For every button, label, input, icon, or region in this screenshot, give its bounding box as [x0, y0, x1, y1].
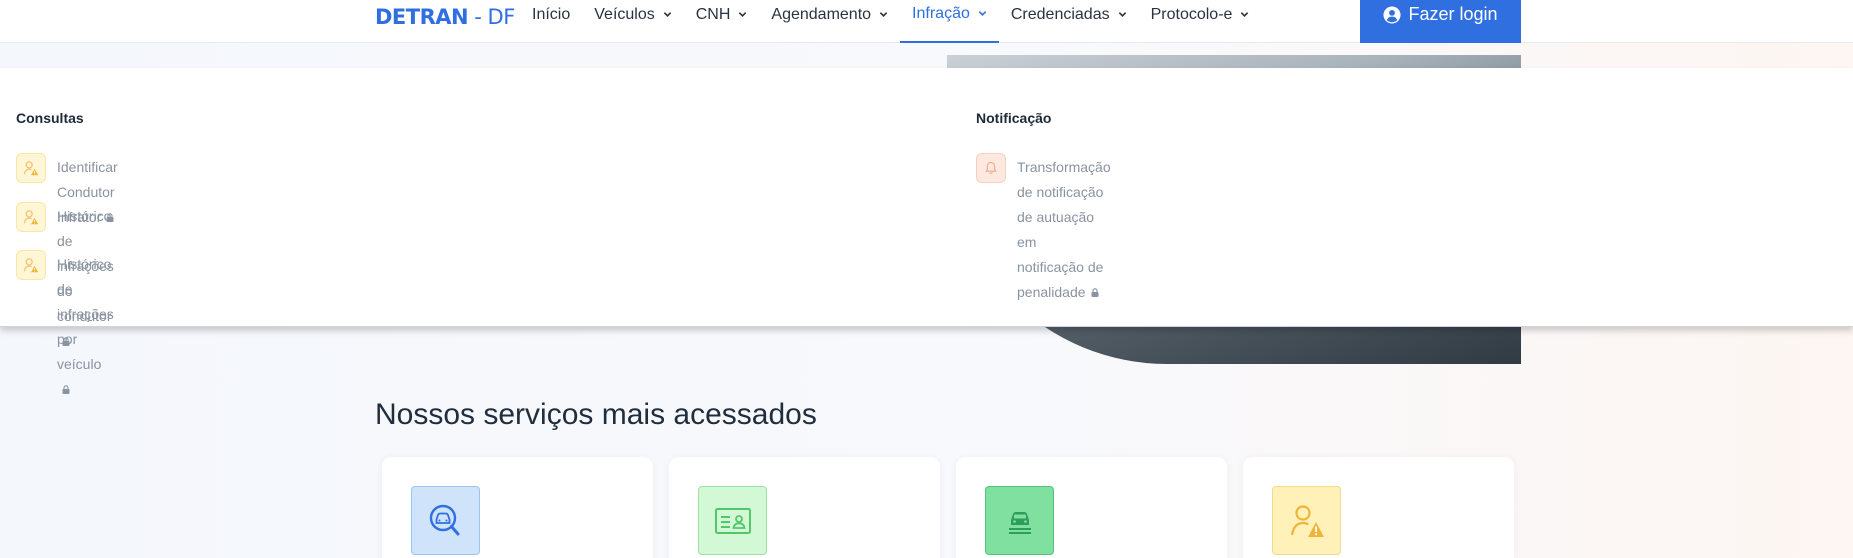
nav-label: CNH — [695, 5, 731, 23]
car-search-icon — [411, 486, 480, 555]
menu-item-label-line1: Transformação de notificação de autuação… — [1017, 159, 1111, 250]
detran-logo[interactable]: DETRAN - DF — [375, 5, 515, 29]
chevron-down-icon — [879, 10, 888, 19]
nav-item-inicio[interactable]: Início — [520, 0, 582, 43]
logo-text-light: - DF — [468, 5, 515, 29]
service-card[interactable] — [669, 457, 940, 558]
chevron-down-icon — [663, 10, 672, 19]
nav-label: Infração — [912, 4, 970, 22]
nav-item-infracao[interactable]: Infração — [900, 0, 999, 43]
bell-icon — [976, 153, 1006, 183]
nav-label: Protocolo-e — [1150, 5, 1233, 23]
nav-item-veiculos[interactable]: Veículos — [582, 0, 683, 43]
nav-label: Início — [532, 5, 571, 23]
user-warning-icon — [16, 153, 46, 183]
menu-column-title: Notificação — [976, 110, 1052, 126]
nav-label: Veículos — [594, 5, 655, 23]
login-label: Fazer login — [1408, 4, 1498, 24]
nav-label: Credenciadas — [1010, 5, 1110, 23]
id-card-icon — [698, 486, 767, 555]
chevron-down-icon — [1118, 10, 1127, 19]
lock-icon — [1091, 288, 1099, 297]
menu-item-historico-veiculo[interactable]: Histórico de infrações por veículo — [16, 250, 114, 402]
car-document-icon — [985, 486, 1054, 555]
nav-item-cnh[interactable]: CNH — [684, 0, 760, 43]
nav-label: Agendamento — [771, 5, 872, 23]
user-warning-icon — [1272, 486, 1341, 555]
user-circle-icon — [1383, 5, 1402, 24]
user-warning-icon — [16, 202, 46, 232]
menu-item-transformacao-notificacao[interactable]: Transformação de notificação de autuação… — [976, 153, 1111, 305]
lock-icon — [62, 385, 70, 394]
top-navbar: DETRAN - DF Início Veículos CNH Agendame… — [0, 0, 1853, 43]
service-card[interactable] — [382, 457, 653, 558]
service-card[interactable] — [1243, 457, 1514, 558]
main-nav: Início Veículos CNH Agendamento Infração… — [520, 0, 1261, 43]
chevron-down-icon — [1240, 10, 1249, 19]
nav-item-agendamento[interactable]: Agendamento — [759, 0, 900, 43]
chevron-down-icon — [978, 9, 987, 18]
nav-item-credenciadas[interactable]: Credenciadas — [999, 0, 1139, 43]
logo-text-strong: DETRAN — [375, 5, 469, 29]
user-warning-icon — [16, 250, 46, 280]
nav-item-protocolo-e[interactable]: Protocolo-e — [1139, 0, 1262, 43]
menu-column-title: Consultas — [16, 110, 84, 126]
services-section-title: Nossos serviços mais acessados — [375, 398, 817, 431]
menu-item-label: Histórico de infrações por veículo — [57, 256, 114, 372]
login-button[interactable]: Fazer login — [1360, 0, 1521, 43]
chevron-down-icon — [738, 10, 747, 19]
service-card[interactable] — [956, 457, 1227, 558]
infracao-dropdown-menu: Consultas Identificar Condutor Infrator … — [0, 68, 1853, 394]
